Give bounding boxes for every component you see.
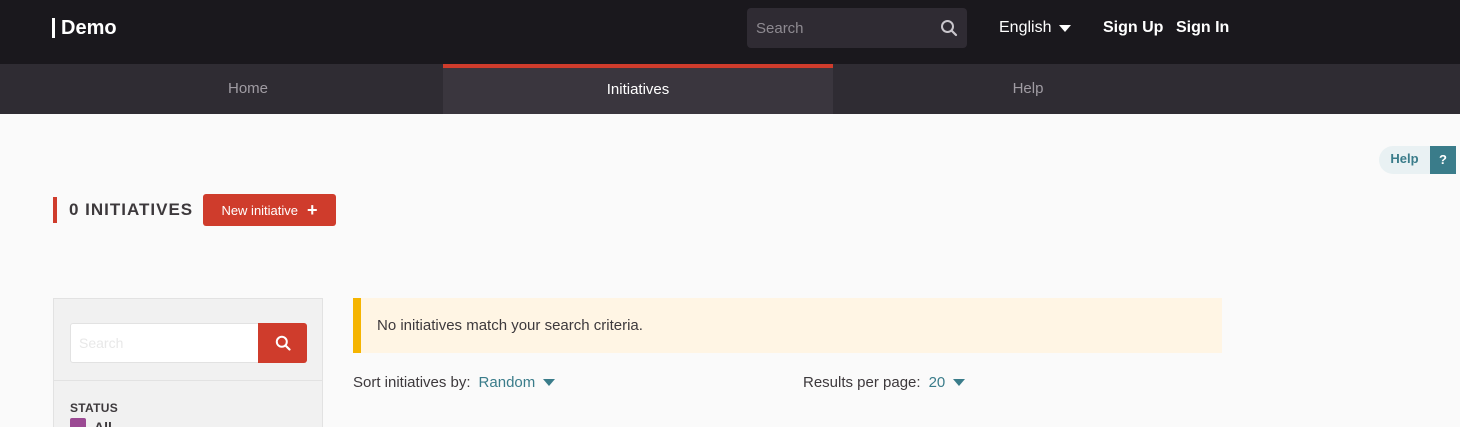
tab-initiatives[interactable]: Initiatives (443, 64, 833, 114)
per-page-label: Results per page: (803, 374, 921, 391)
sign-up-link[interactable]: Sign Up (1103, 19, 1163, 37)
status-all-label[interactable]: All (94, 419, 112, 427)
tab-help[interactable]: Help (833, 64, 1223, 114)
language-label: English (999, 19, 1052, 36)
caret-down-icon (953, 379, 966, 386)
filter-search-input[interactable] (70, 323, 260, 363)
status-all-checkbox[interactable] (70, 418, 86, 427)
question-icon: ? (1430, 146, 1456, 174)
filter-divider (54, 380, 322, 381)
header-search (747, 8, 967, 48)
plus-icon: + (307, 200, 318, 220)
main-nav: Home Initiatives Help (0, 64, 1460, 114)
top-bar: Demo English Sign Up Sign In (0, 0, 1460, 64)
sort-label: Sort initiatives by: (353, 374, 471, 391)
sign-in-link[interactable]: Sign In (1176, 19, 1229, 37)
new-initiative-label: New initiative (221, 202, 299, 218)
search-icon (275, 335, 291, 351)
sort-value: Random (478, 374, 536, 391)
sort-dropdown[interactable]: Random (479, 374, 556, 391)
status-filter-label: STATUS (70, 401, 119, 415)
sort-control: Sort initiatives by: Random (353, 374, 556, 391)
help-widget-label: Help (1379, 146, 1430, 174)
logo-bar (52, 18, 55, 38)
header-search-input[interactable] (747, 8, 927, 48)
empty-results-message: No initiatives match your search criteri… (377, 317, 643, 334)
search-icon[interactable] (940, 19, 958, 37)
per-page-control: Results per page: 20 (803, 374, 966, 391)
new-initiative-button[interactable]: New initiative + (203, 194, 336, 226)
filter-panel: STATUS All (53, 298, 323, 427)
logo-text: Demo (61, 16, 117, 39)
page-title: 0 INITIATIVES (53, 197, 193, 223)
language-selector[interactable]: English (999, 19, 1072, 37)
empty-results-callout: No initiatives match your search criteri… (353, 298, 1222, 353)
caret-down-icon (543, 379, 556, 386)
tab-home[interactable]: Home (53, 64, 443, 114)
per-page-dropdown[interactable]: 20 (929, 374, 966, 391)
caret-down-icon (1059, 24, 1072, 32)
per-page-value: 20 (928, 374, 946, 391)
filter-search-button[interactable] (258, 323, 307, 363)
logo[interactable]: Demo (52, 17, 117, 39)
help-widget[interactable]: Help ? (1379, 146, 1456, 174)
